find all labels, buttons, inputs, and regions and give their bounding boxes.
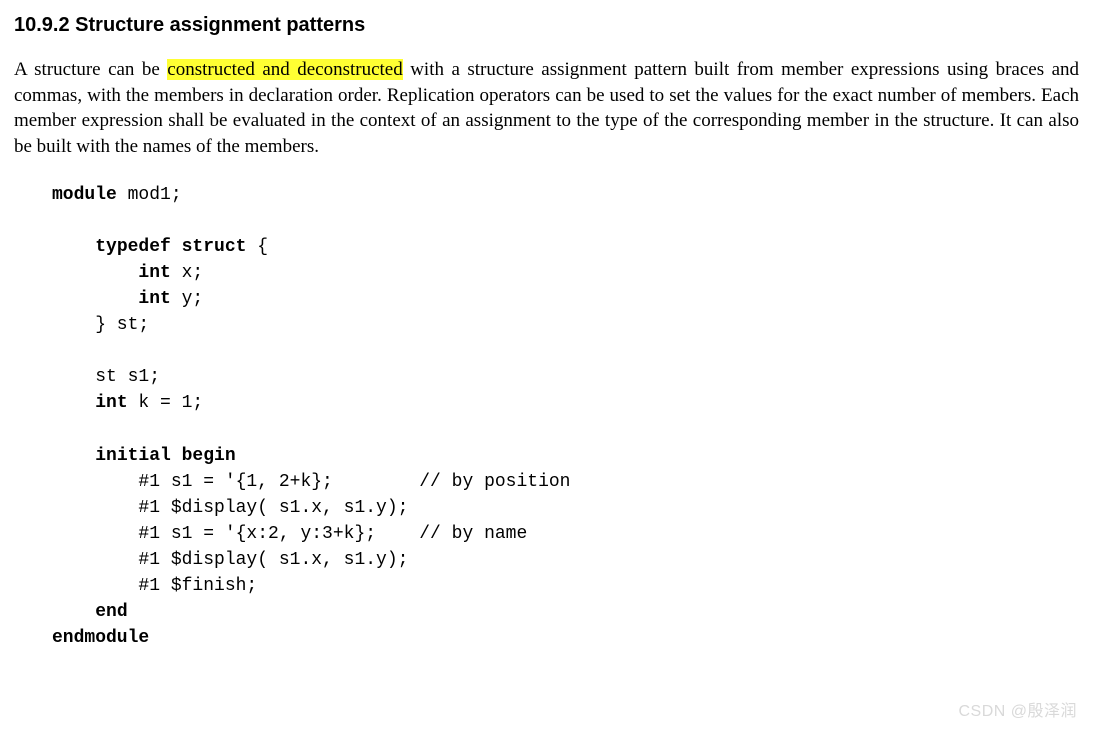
code-text: } st; (52, 315, 149, 335)
section-heading: 10.9.2 Structure assignment patterns (14, 12, 1079, 39)
kw-module: module (52, 185, 117, 205)
code-text (52, 289, 138, 309)
kw-typedef-struct: typedef struct (95, 237, 246, 257)
code-text (52, 393, 95, 413)
code-text: x; (171, 263, 203, 283)
code-block: module mod1; typedef struct { int x; int… (52, 182, 1079, 652)
kw-int: int (95, 393, 127, 413)
code-text (52, 602, 95, 622)
code-text: #1 $display( s1.x, s1.y); (52, 550, 408, 570)
highlighted-text: constructed and deconstructed (167, 59, 402, 80)
kw-initial-begin: initial begin (95, 446, 235, 466)
code-text: st s1; (52, 367, 160, 387)
code-text: #1 $display( s1.x, s1.y); (52, 498, 408, 518)
code-text: #1 $finish; (52, 576, 257, 596)
body-paragraph: A structure can be constructed and decon… (14, 57, 1079, 160)
code-text: { (246, 237, 268, 257)
code-text (52, 263, 138, 283)
kw-endmodule: endmodule (52, 628, 149, 648)
code-text: k = 1; (128, 393, 204, 413)
code-text (52, 446, 95, 466)
watermark: CSDN @殷泽润 (958, 701, 1077, 723)
code-text: #1 s1 = '{1, 2+k}; // by position (52, 472, 570, 492)
kw-int: int (138, 263, 170, 283)
code-text: y; (171, 289, 203, 309)
para-pre: A structure can be (14, 59, 167, 80)
kw-end: end (95, 602, 127, 622)
code-text (52, 237, 95, 257)
code-text: mod1; (117, 185, 182, 205)
code-text: #1 s1 = '{x:2, y:3+k}; // by name (52, 524, 527, 544)
kw-int: int (138, 289, 170, 309)
